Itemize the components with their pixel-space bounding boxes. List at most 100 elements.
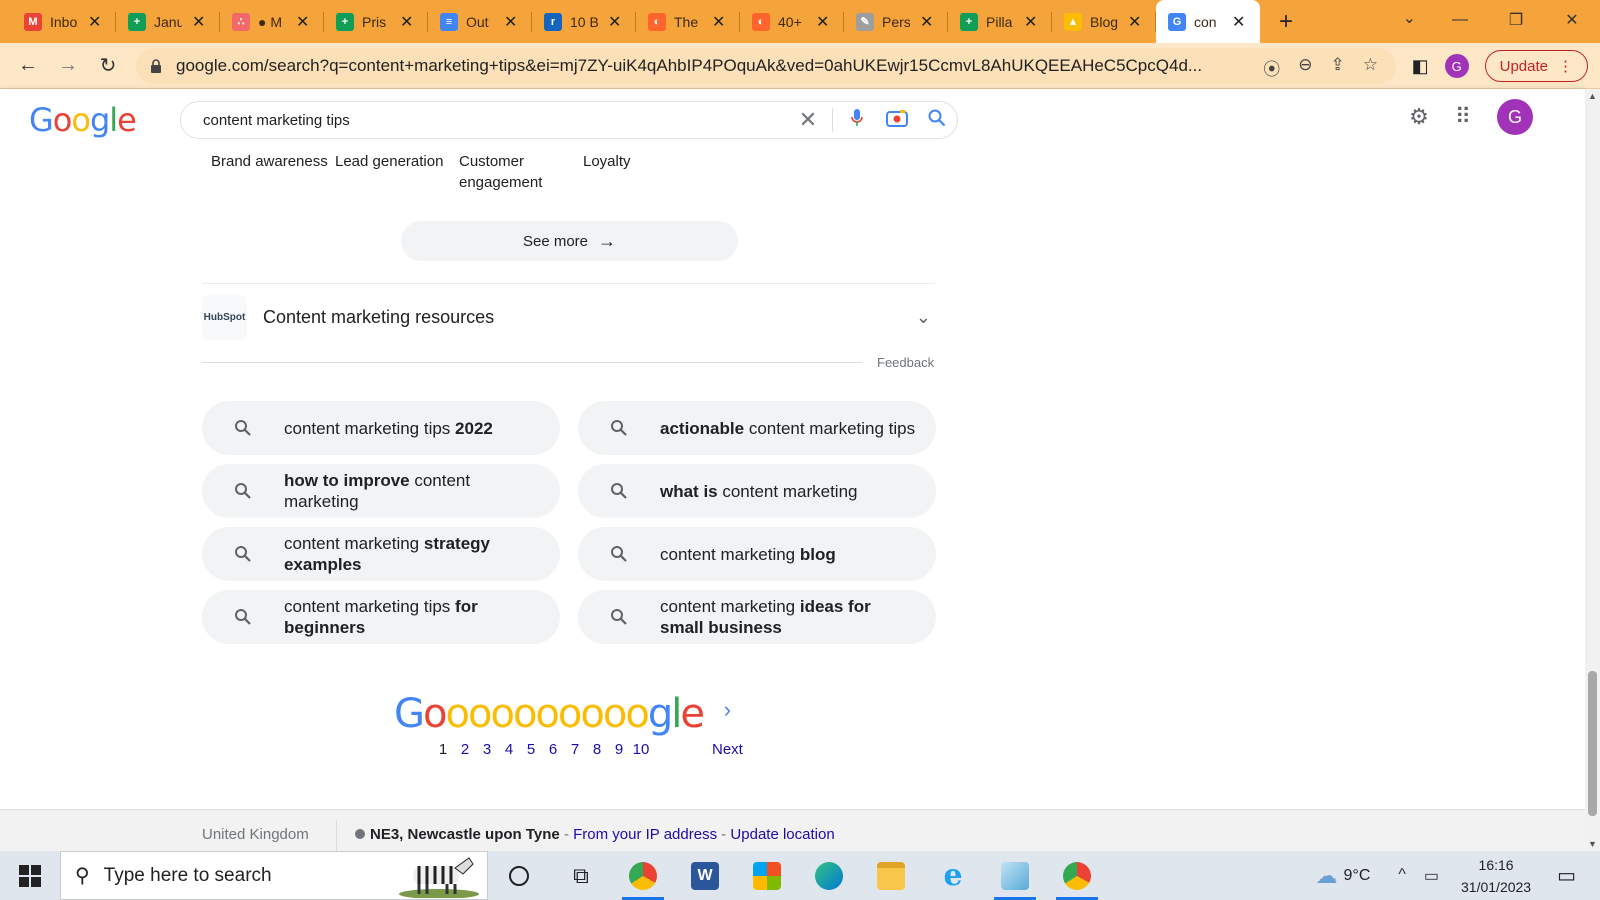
- browser-tab[interactable]: ∴ ● M ✕: [220, 0, 324, 43]
- scroll-down-icon[interactable]: ▼: [1588, 839, 1597, 849]
- zoom-icon[interactable]: ⊖: [1298, 55, 1312, 80]
- clock[interactable]: 16:16 31/01/2023: [1461, 854, 1531, 898]
- start-button[interactable]: [0, 864, 60, 887]
- browser-tab[interactable]: + Pris ✕: [324, 0, 428, 43]
- browser-tab[interactable]: r 10 B ✕: [532, 0, 636, 43]
- task-view-icon[interactable]: ⧉: [550, 851, 612, 900]
- taskbar-search[interactable]: ⚲ Type here to search: [60, 851, 488, 900]
- page-number-link[interactable]: 1: [432, 741, 454, 758]
- profile-avatar[interactable]: G: [1444, 54, 1469, 78]
- close-tab-icon[interactable]: ✕: [1024, 12, 1037, 32]
- apps-grid-icon[interactable]: ⠿: [1455, 104, 1471, 130]
- bookmark-star-icon[interactable]: ☆: [1363, 55, 1378, 80]
- topic-chip[interactable]: Lead generation: [335, 151, 459, 193]
- microphone-icon[interactable]: [837, 108, 877, 133]
- browser-tab[interactable]: ✎ Pers ✕: [844, 0, 948, 43]
- from-ip-link[interactable]: From your IP address: [573, 826, 717, 843]
- close-tab-icon[interactable]: ✕: [296, 12, 309, 32]
- chrome-taskbar-icon[interactable]: [612, 851, 674, 900]
- update-location-link[interactable]: Update location: [730, 826, 834, 843]
- page-number-link[interactable]: 6: [542, 741, 564, 758]
- cortana-icon[interactable]: [488, 851, 550, 900]
- related-search-item[interactable]: content marketing tips for beginners: [202, 590, 560, 644]
- location-icon[interactable]: ⦿: [1263, 55, 1280, 80]
- side-panel-icon[interactable]: ◧: [1412, 56, 1429, 77]
- close-tab-icon[interactable]: ✕: [400, 12, 413, 32]
- tab-search-icon[interactable]: ⌄: [1403, 8, 1416, 28]
- page-number-link[interactable]: 8: [586, 741, 608, 758]
- page-scrollbar[interactable]: ▲ ▼: [1585, 89, 1600, 851]
- minimize-button[interactable]: —: [1432, 0, 1488, 40]
- new-tab-button[interactable]: +: [1266, 0, 1306, 43]
- topic-chip[interactable]: Loyalty: [583, 151, 707, 193]
- settings-gear-icon[interactable]: ⚙: [1409, 104, 1429, 130]
- page-number-link[interactable]: 5: [520, 741, 542, 758]
- update-button[interactable]: Update ⋮: [1484, 50, 1588, 82]
- browser-tab[interactable]: M Inbox ✕: [12, 0, 116, 43]
- device-icon[interactable]: ▭: [1424, 866, 1439, 886]
- page-number-link[interactable]: 2: [454, 741, 476, 758]
- browser-tab[interactable]: ≡ Out ✕: [428, 0, 532, 43]
- close-tab-icon[interactable]: ✕: [88, 12, 101, 32]
- chevron-up-icon[interactable]: ^: [1398, 866, 1406, 886]
- search-input[interactable]: content marketing tips: [203, 112, 788, 129]
- notification-icon[interactable]: ▭: [1557, 863, 1576, 888]
- weather-widget[interactable]: ☁ 9°C: [1316, 863, 1371, 889]
- close-tab-icon[interactable]: ✕: [504, 12, 517, 32]
- reload-button[interactable]: ↻: [88, 53, 128, 78]
- close-tab-icon[interactable]: ✕: [192, 12, 205, 32]
- related-search-item[interactable]: content marketing blog: [578, 527, 936, 581]
- address-bar[interactable]: google.com/search?q=content+marketing+ti…: [136, 48, 1396, 84]
- related-search-item[interactable]: actionable content marketing tips: [578, 401, 936, 455]
- back-button[interactable]: ←: [8, 54, 48, 77]
- close-tab-icon[interactable]: ✕: [920, 12, 933, 32]
- chrome-profile-taskbar-icon[interactable]: [1046, 851, 1108, 900]
- store-icon[interactable]: [736, 851, 798, 900]
- google-logo[interactable]: Google: [29, 101, 137, 139]
- browser-tab[interactable]: Gcon ✕: [1156, 0, 1260, 43]
- topic-chip[interactable]: Customer engagement: [459, 151, 583, 193]
- word-icon[interactable]: W: [674, 851, 736, 900]
- close-tab-icon[interactable]: ✕: [1232, 12, 1245, 32]
- browser-tab[interactable]: + Janu ✕: [116, 0, 220, 43]
- edge-icon[interactable]: [798, 851, 860, 900]
- paint-icon[interactable]: [984, 851, 1046, 900]
- browser-tab[interactable]: ◐ The ✕: [636, 0, 740, 43]
- page-number-link[interactable]: 4: [498, 741, 520, 758]
- browser-tab[interactable]: + Pilla ✕: [948, 0, 1052, 43]
- file-explorer-icon[interactable]: [860, 851, 922, 900]
- account-avatar[interactable]: G: [1497, 99, 1533, 135]
- related-search-item[interactable]: what is content marketing: [578, 464, 936, 518]
- related-search-item[interactable]: content marketing strategy examples: [202, 527, 560, 581]
- browser-tab[interactable]: ◐ 40+ ✕: [740, 0, 844, 43]
- browser-tab[interactable]: ▲ Blog ✕: [1052, 0, 1156, 43]
- related-search-item[interactable]: content marketing tips 2022: [202, 401, 560, 455]
- scroll-up-icon[interactable]: ▲: [1588, 91, 1597, 101]
- camera-lens-icon[interactable]: [877, 109, 917, 132]
- feedback-link[interactable]: Feedback: [877, 355, 934, 370]
- close-tab-icon[interactable]: ✕: [608, 12, 621, 32]
- close-tab-icon[interactable]: ✕: [816, 12, 829, 32]
- chevron-down-icon[interactable]: ⌄: [916, 307, 931, 328]
- scrollbar-thumb[interactable]: [1588, 671, 1597, 816]
- next-page-link[interactable]: › Next: [712, 691, 743, 758]
- see-more-button[interactable]: See more →: [401, 221, 738, 261]
- topic-chip[interactable]: Brand awareness: [211, 151, 335, 193]
- close-window-button[interactable]: ✕: [1544, 0, 1600, 40]
- page-number-link[interactable]: 3: [476, 741, 498, 758]
- search-box[interactable]: content marketing tips ✕: [180, 101, 958, 139]
- forward-button[interactable]: →: [48, 54, 88, 77]
- restore-button[interactable]: ❐: [1488, 0, 1544, 40]
- search-icon[interactable]: [917, 109, 957, 132]
- related-search-item[interactable]: content marketing ideas for small busine…: [578, 590, 936, 644]
- page-number-link[interactable]: 9: [608, 741, 630, 758]
- resources-accordion[interactable]: HubSpot Content marketing resources ⌄: [202, 294, 935, 340]
- page-number-link[interactable]: 10: [630, 741, 652, 758]
- related-search-item[interactable]: how to improve content marketing: [202, 464, 560, 518]
- share-icon[interactable]: ⇪: [1331, 55, 1345, 80]
- close-tab-icon[interactable]: ✕: [712, 12, 725, 32]
- close-tab-icon[interactable]: ✕: [1128, 12, 1141, 32]
- internet-explorer-icon[interactable]: e: [922, 851, 984, 900]
- page-number-link[interactable]: 7: [564, 741, 586, 758]
- clear-icon[interactable]: ✕: [788, 107, 828, 133]
